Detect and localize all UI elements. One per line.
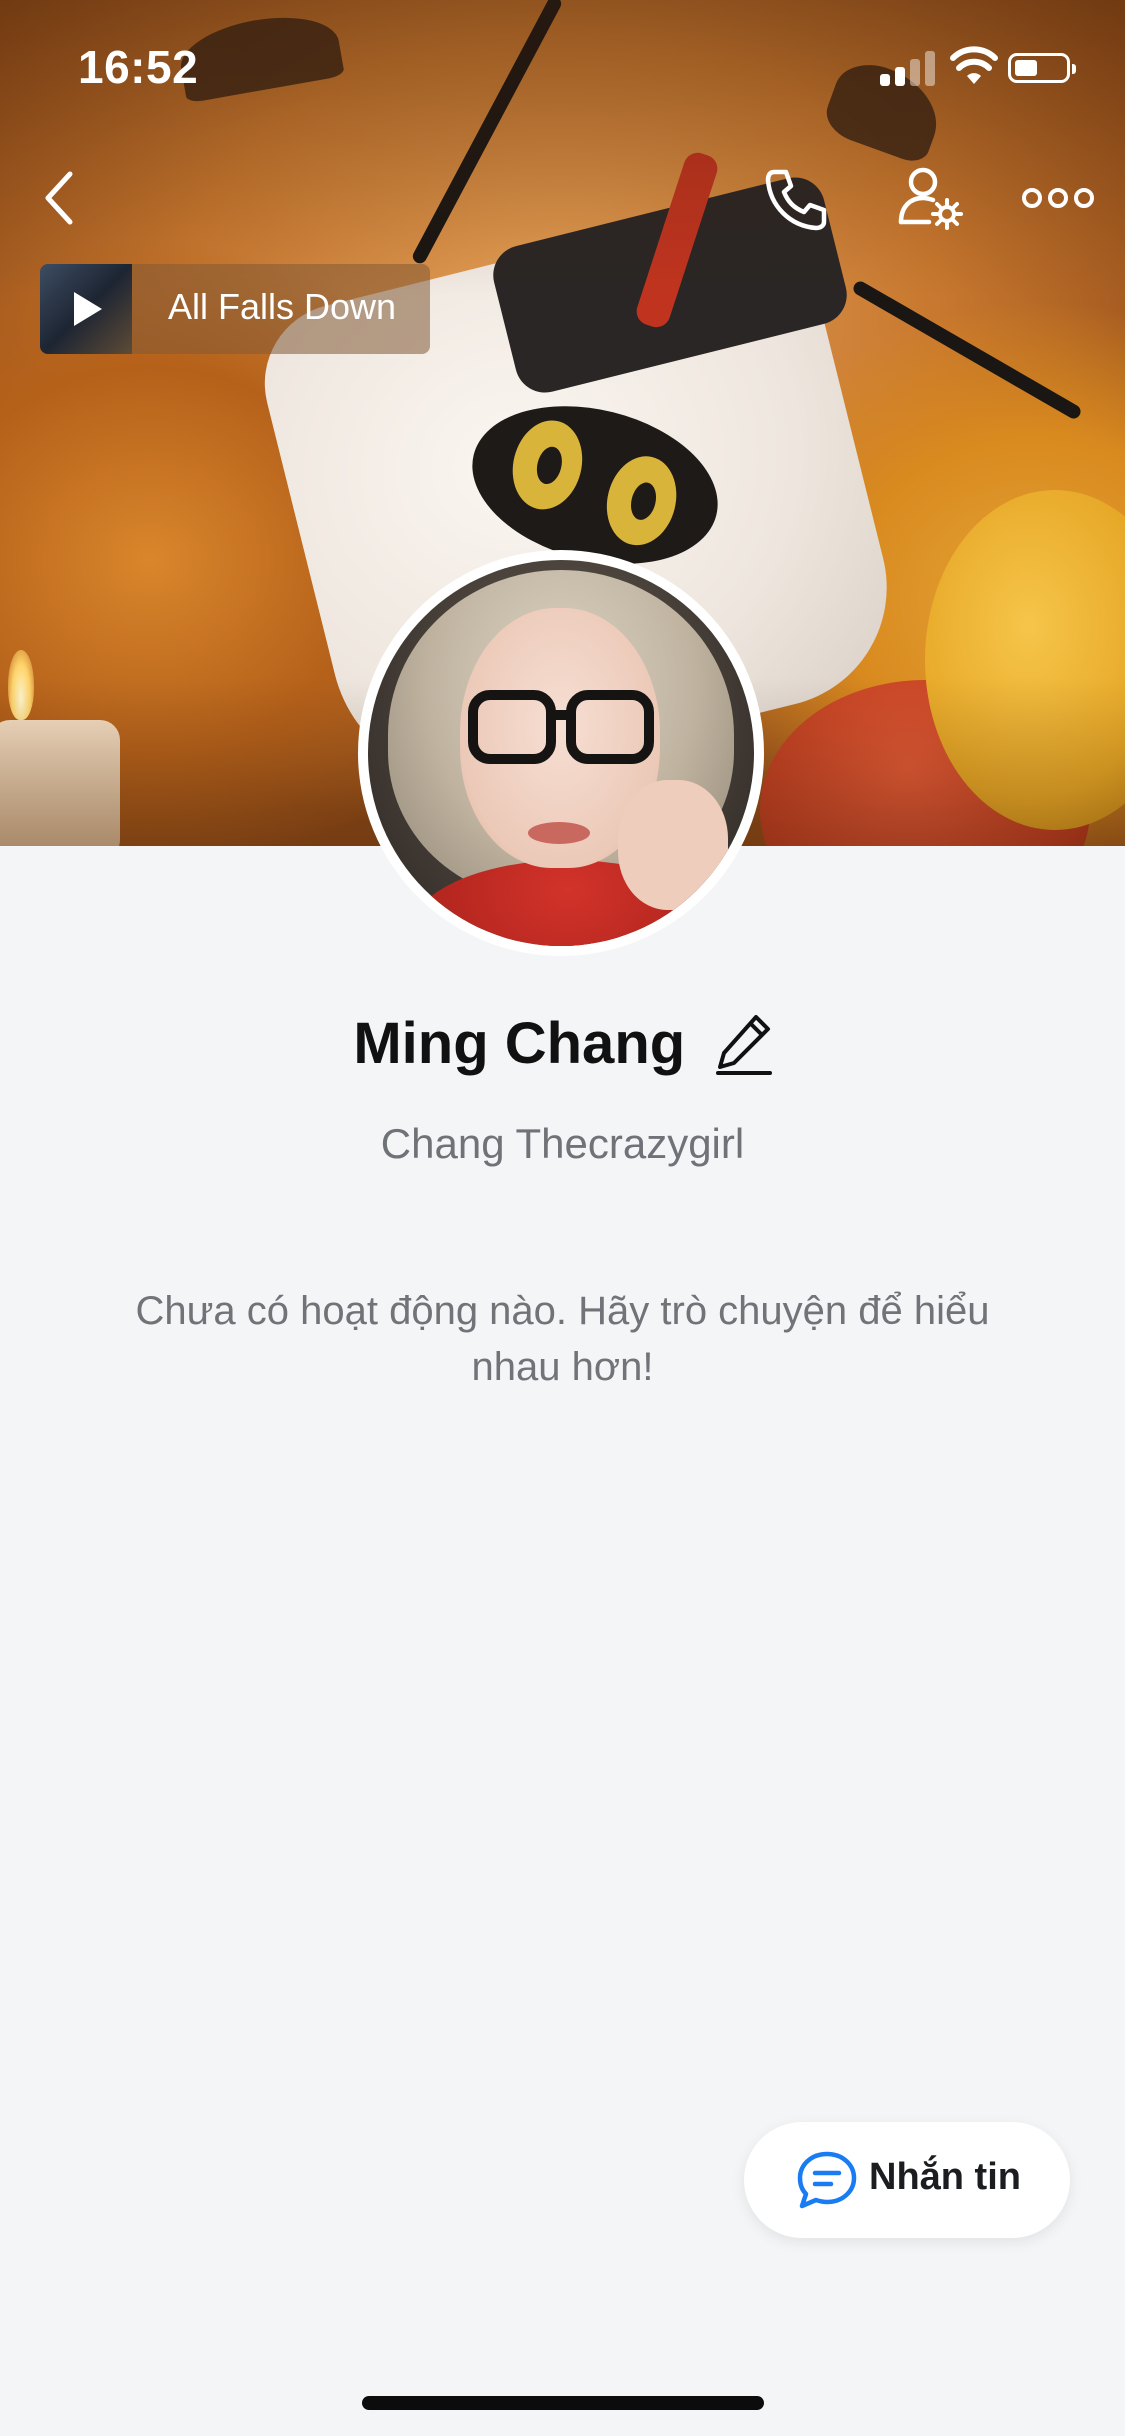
edit-name-button[interactable] — [715, 1013, 772, 1075]
more-horizontal-icon — [1022, 188, 1094, 208]
status-bar: 16:52 — [0, 0, 1125, 135]
profile-music-player[interactable]: All Falls Down — [40, 264, 430, 354]
battery-level — [1015, 60, 1037, 76]
profile-settings-button[interactable] — [895, 164, 965, 234]
user-gear-icon — [898, 167, 963, 230]
chevron-left-icon — [45, 171, 73, 225]
message-button-label: Nhắn tin — [869, 2156, 1021, 2198]
call-button[interactable] — [760, 164, 830, 234]
more-options-button[interactable] — [1022, 178, 1094, 218]
profile-name-row: Ming Chang — [0, 1010, 1125, 1077]
battery-icon — [1008, 53, 1076, 83]
username: Chang Thecrazygirl — [380, 1120, 745, 1167]
music-title: All Falls Down — [168, 286, 397, 327]
phone-icon — [765, 169, 827, 231]
message-button[interactable]: Nhắn tin — [744, 2122, 1070, 2238]
pencil-icon — [715, 1014, 772, 1075]
music-thumbnail — [40, 264, 132, 354]
display-name: Ming Chang — [353, 1011, 686, 1076]
chat-bubble-icon — [797, 2151, 857, 2209]
play-icon[interactable] — [74, 292, 102, 326]
status-time: 16:52 — [78, 41, 199, 93]
wifi-icon — [950, 46, 998, 84]
avatar[interactable] — [358, 550, 764, 956]
home-indicator[interactable] — [362, 2396, 764, 2410]
cellular-signal-icon — [880, 50, 936, 86]
empty-activity-message: Chưa có hoạt động nào. Hãy trò chuyện để… — [135, 1289, 990, 1389]
avatar-image — [368, 560, 754, 946]
back-button[interactable] — [40, 168, 80, 228]
